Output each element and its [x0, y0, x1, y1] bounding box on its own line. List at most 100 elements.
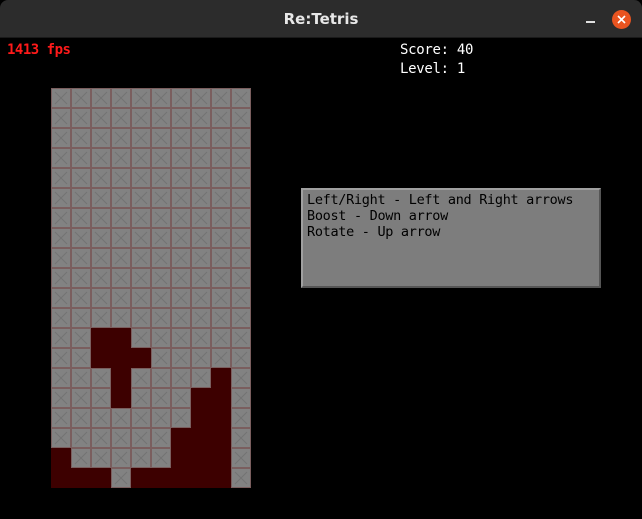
board-empty-cell [91, 428, 111, 448]
board-empty-cell [151, 308, 171, 328]
cell-cross-pattern [54, 171, 68, 185]
board-block [171, 468, 191, 488]
board-empty-cell [211, 108, 231, 128]
cell-cross-pattern [214, 111, 228, 125]
board-empty-cell [111, 428, 131, 448]
board-empty-cell [171, 148, 191, 168]
board-empty-cell [51, 208, 71, 228]
board-empty-cell [231, 228, 251, 248]
board-empty-cell [111, 268, 131, 288]
board-empty-cell [131, 128, 151, 148]
board-block [91, 468, 111, 488]
board-block [191, 388, 211, 408]
minimize-button[interactable] [582, 10, 600, 28]
board-empty-cell [231, 408, 251, 428]
board-empty-cell [191, 248, 211, 268]
board-block [131, 468, 151, 488]
cell-cross-pattern [74, 311, 88, 325]
cell-cross-pattern [134, 311, 148, 325]
cell-cross-pattern [234, 211, 248, 225]
game-canvas[interactable]: 1413 fps Score: 40 Level: 1 Left/Right -… [0, 38, 642, 519]
board-empty-cell [111, 188, 131, 208]
board-empty-cell [51, 188, 71, 208]
cell-cross-pattern [134, 111, 148, 125]
board-empty-cell [191, 288, 211, 308]
board-empty-cell [91, 168, 111, 188]
cell-cross-pattern [234, 131, 248, 145]
cell-cross-pattern [154, 291, 168, 305]
board-block [51, 448, 71, 468]
cell-cross-pattern [174, 151, 188, 165]
cell-cross-pattern [74, 111, 88, 125]
cell-cross-pattern [214, 251, 228, 265]
board-block [191, 408, 211, 428]
cell-cross-pattern [134, 151, 148, 165]
board-empty-cell [51, 328, 71, 348]
cell-cross-pattern [114, 291, 128, 305]
board-empty-cell [211, 128, 231, 148]
cell-cross-pattern [214, 311, 228, 325]
board-block [111, 388, 131, 408]
board-empty-cell [131, 288, 151, 308]
cell-cross-pattern [174, 291, 188, 305]
cell-cross-pattern [134, 131, 148, 145]
board-empty-cell [171, 228, 191, 248]
cell-cross-pattern [214, 331, 228, 345]
cell-cross-pattern [214, 271, 228, 285]
cell-cross-pattern [94, 431, 108, 445]
cell-cross-pattern [234, 311, 248, 325]
cell-cross-pattern [114, 171, 128, 185]
cell-cross-pattern [94, 111, 108, 125]
cell-cross-pattern [54, 431, 68, 445]
cell-cross-pattern [74, 291, 88, 305]
board-block [171, 428, 191, 448]
cell-cross-pattern [154, 371, 168, 385]
board-empty-cell [51, 348, 71, 368]
cell-cross-pattern [54, 211, 68, 225]
board-empty-cell [71, 268, 91, 288]
board-empty-cell [211, 208, 231, 228]
board-empty-cell [231, 428, 251, 448]
board-empty-cell [211, 328, 231, 348]
cell-cross-pattern [94, 211, 108, 225]
board-empty-cell [91, 388, 111, 408]
cell-cross-pattern [74, 151, 88, 165]
close-button[interactable] [612, 10, 631, 29]
cell-cross-pattern [74, 431, 88, 445]
board-empty-cell [91, 308, 111, 328]
cell-cross-pattern [54, 91, 68, 105]
cell-cross-pattern [154, 351, 168, 365]
cell-cross-pattern [74, 391, 88, 405]
board-empty-cell [111, 148, 131, 168]
board-empty-cell [91, 448, 111, 468]
board-empty-cell [231, 308, 251, 328]
board-empty-cell [231, 348, 251, 368]
cell-cross-pattern [154, 331, 168, 345]
cell-cross-pattern [114, 151, 128, 165]
board-block [211, 428, 231, 448]
board-empty-cell [211, 288, 231, 308]
board-empty-cell [151, 388, 171, 408]
cell-cross-pattern [214, 171, 228, 185]
cell-cross-pattern [214, 91, 228, 105]
cell-cross-pattern [134, 331, 148, 345]
board-empty-cell [191, 208, 211, 228]
cell-cross-pattern [94, 191, 108, 205]
cell-cross-pattern [174, 351, 188, 365]
board-empty-cell [131, 408, 151, 428]
board-empty-cell [151, 348, 171, 368]
cell-cross-pattern [54, 311, 68, 325]
board-empty-cell [91, 228, 111, 248]
board-empty-cell [131, 108, 151, 128]
board-empty-cell [71, 328, 91, 348]
board-empty-cell [171, 388, 191, 408]
cell-cross-pattern [154, 391, 168, 405]
board-empty-cell [111, 228, 131, 248]
score-label: Score: 40 [400, 42, 474, 58]
cell-cross-pattern [174, 111, 188, 125]
cell-cross-pattern [234, 431, 248, 445]
board-empty-cell [131, 88, 151, 108]
board-empty-cell [71, 88, 91, 108]
board-empty-cell [71, 448, 91, 468]
cell-cross-pattern [174, 91, 188, 105]
